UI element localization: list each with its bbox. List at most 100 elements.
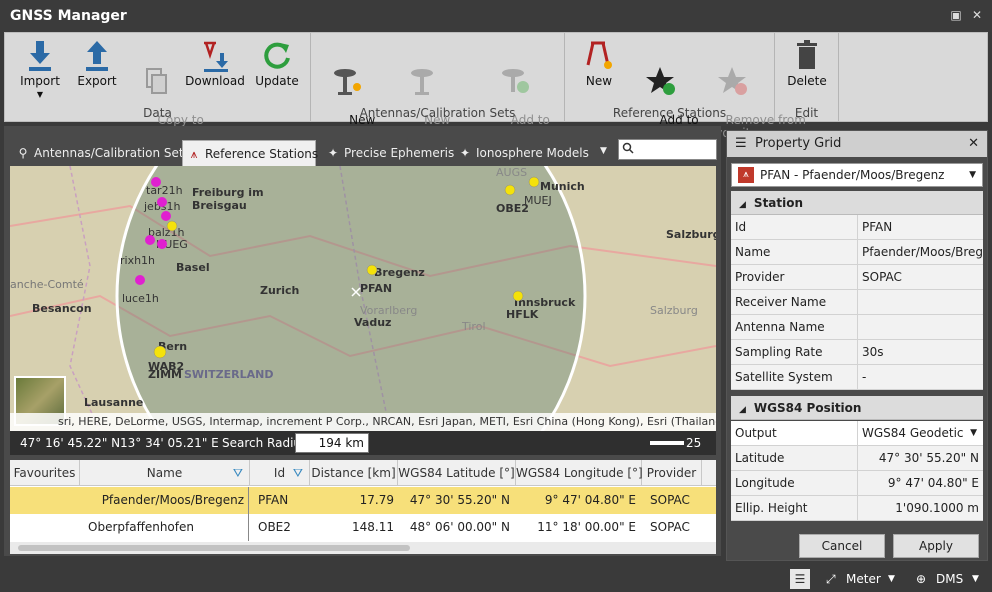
ribbon-group-reference-stations: New Add to Favourites Remove from Favour… <box>565 33 806 140</box>
scale-bar-icon <box>650 441 684 445</box>
property-row[interactable]: Satellite System - <box>731 365 983 390</box>
ribbon-group-label: Reference Stations <box>612 106 727 120</box>
column-longitude[interactable]: WGS84 Longitude [°] <box>516 460 643 486</box>
property-row[interactable]: Receiver Name <box>731 290 983 315</box>
chevron-down-icon[interactable]: ▼ <box>972 574 979 584</box>
ribbon-group-label: Data <box>143 106 172 120</box>
property-row[interactable]: Id PFAN <box>731 215 983 240</box>
horizontal-scrollbar[interactable] <box>10 542 716 554</box>
export-icon <box>86 41 108 71</box>
download-button[interactable]: Download <box>185 39 245 88</box>
property-row[interactable]: Longitude 9° 47' 04.80" E <box>731 471 983 496</box>
search-input[interactable] <box>618 139 717 160</box>
new-station-button[interactable]: New <box>579 39 619 88</box>
column-latitude[interactable]: WGS84 Latitude [°] <box>398 460 516 486</box>
property-row[interactable]: Latitude 47° 30' 55.20" N <box>731 446 983 471</box>
close-icon[interactable]: ✕ <box>970 8 984 22</box>
grid-icon: ☰ <box>735 136 747 151</box>
table-row[interactable]: Pfaender/Moos/Bregenz PFAN 17.79 47° 30'… <box>10 487 716 514</box>
satellite-icon: ✦ <box>459 146 471 160</box>
chevron-down-icon: ▼ <box>970 428 977 438</box>
output-select[interactable]: Output WGS84 Geodetic ▼ <box>731 421 983 446</box>
main-panel: ⚲ Antennas/Calibration Sets ⩚ Reference St… <box>4 126 721 556</box>
copy-icon <box>146 68 167 94</box>
map-attribution: sri, HERE, DeLorme, USGS, Intermap, incr… <box>10 413 716 431</box>
download-icon <box>204 41 228 72</box>
format-selector[interactable]: DMS <box>936 572 963 586</box>
globe-icon: ⊕ <box>916 572 927 586</box>
station-icon <box>586 41 612 69</box>
cursor-latitude: 47° 16' 45.22" N <box>20 436 121 450</box>
column-id[interactable]: Id ⛛ <box>250 460 310 486</box>
ribbon-group-edit: Delete Edit <box>775 33 839 121</box>
cancel-button[interactable]: Cancel <box>799 534 885 558</box>
add-calibration-icon <box>502 69 529 93</box>
restore-icon[interactable]: ▣ <box>949 8 963 22</box>
column-distance[interactable]: Distance [km] <box>310 460 398 486</box>
station-icon: ⩚ <box>738 167 754 183</box>
chevron-down-icon[interactable]: ▼ <box>888 574 895 584</box>
property-grid-panel: ☰ Property Grid ✕ ⩚ PFAN - Pfaender/Moos… <box>726 130 988 561</box>
gnss-manager-window: GNSS Manager ▣ ✕ Import ▼ Export Copy to … <box>0 0 992 592</box>
tab-ionosphere-models[interactable]: ✦ Ionosphere Models <box>454 140 594 166</box>
map-view[interactable]: Freiburg im Breisgau Munich Salzburg Bas… <box>10 166 716 431</box>
export-button[interactable]: Export <box>75 39 119 88</box>
tab-precise-ephemeris[interactable]: ✦ Precise Ephemeris <box>322 140 454 166</box>
filter-icon[interactable]: ⛛ <box>293 460 303 486</box>
update-button[interactable]: Update <box>251 39 303 88</box>
apply-button[interactable]: Apply <box>893 534 979 558</box>
property-row[interactable]: Name Pfaender/Moos/Brege <box>731 240 983 265</box>
collapse-icon: ◢ <box>739 200 746 210</box>
object-selector[interactable]: ⩚ PFAN - Pfaender/Moos/Bregenz ▼ <box>731 163 983 187</box>
search-radius-input[interactable]: 194 km <box>295 433 369 453</box>
refresh-icon <box>264 42 290 69</box>
section-wgs84[interactable]: ◢ WGS84 Position <box>731 396 983 420</box>
column-provider[interactable]: Provider <box>642 460 702 486</box>
property-row[interactable]: Sampling Rate 30s <box>731 340 983 365</box>
unit-selector[interactable]: Meter <box>846 572 881 586</box>
property-grid-header: ☰ Property Grid ✕ <box>727 131 987 157</box>
status-bar: ☰ ⤢ Meter ▼ ⊕ DMS ▼ <box>0 566 992 592</box>
title-bar: GNSS Manager ▣ ✕ <box>0 0 992 32</box>
chevron-down-icon: ▼ <box>969 170 976 180</box>
tab-reference-stations[interactable]: ⩚ Reference Stations <box>182 140 318 166</box>
import-button[interactable]: Import ▼ <box>15 39 65 101</box>
ribbon-group-label: Antennas/Calibration Sets <box>359 106 516 120</box>
stations-table: Favourites Name ⛛ Id ⛛ Distance [km] WGS84… <box>10 460 716 554</box>
station-tab-icon: ⩚ <box>190 147 198 161</box>
ribbon-group-antennas: New Antenna New Calibration Set Add to C… <box>311 33 565 140</box>
star-icon <box>646 67 675 95</box>
column-favourites[interactable]: Favourites <box>10 460 80 486</box>
scrollbar-thumb[interactable] <box>18 545 410 551</box>
import-icon <box>29 41 51 71</box>
table-row[interactable]: Oberpfaffenhofen OBE2 148.11 48° 06' 00.… <box>10 514 716 541</box>
antenna-tab-icon: ⚲ <box>18 146 28 160</box>
calibration-icon <box>411 69 433 95</box>
window-title: GNSS Manager <box>10 8 127 24</box>
column-divider <box>248 487 249 541</box>
star-remove-icon <box>718 67 747 95</box>
search-icon <box>622 142 634 154</box>
trash-icon <box>797 40 817 69</box>
tab-overflow-dropdown[interactable]: ▼ <box>600 146 607 156</box>
property-row[interactable]: Antenna Name <box>731 315 983 340</box>
tab-antennas[interactable]: ⚲ Antennas/Calibration Sets <box>12 140 190 166</box>
filter-icon[interactable]: ⛛ <box>233 460 243 486</box>
delete-button[interactable]: Delete <box>785 39 829 88</box>
property-row[interactable]: Provider SOPAC <box>731 265 983 290</box>
ribbon-group-data: Import▼ Export Copy to Global Download U… <box>5 33 311 140</box>
property-row[interactable]: Ellip. Height 1'090.1000 m <box>731 496 983 521</box>
ruler-icon: ⤢ <box>826 572 836 586</box>
section-station[interactable]: ◢ Station <box>731 191 983 215</box>
property-grid-toggle-icon[interactable]: ☰ <box>790 569 810 589</box>
cursor-longitude: 13° 34' 05.21" E <box>120 436 219 450</box>
close-icon[interactable]: ✕ <box>968 131 979 157</box>
map-pins <box>135 176 540 359</box>
column-name[interactable]: Name ⛛ <box>80 460 250 486</box>
coordinate-bar: 47° 16' 45.22" N 13° 34' 05.21" E Search… <box>10 431 716 474</box>
satellite-icon: ✦ <box>327 146 339 160</box>
table-header: Favourites Name ⛛ Id ⛛ Distance [km] WGS84… <box>10 460 716 486</box>
ribbon-group-label: Edit <box>794 106 819 120</box>
ribbon-toolbar: Import▼ Export Copy to Global Download U… <box>4 32 988 140</box>
antenna-icon <box>334 69 361 95</box>
